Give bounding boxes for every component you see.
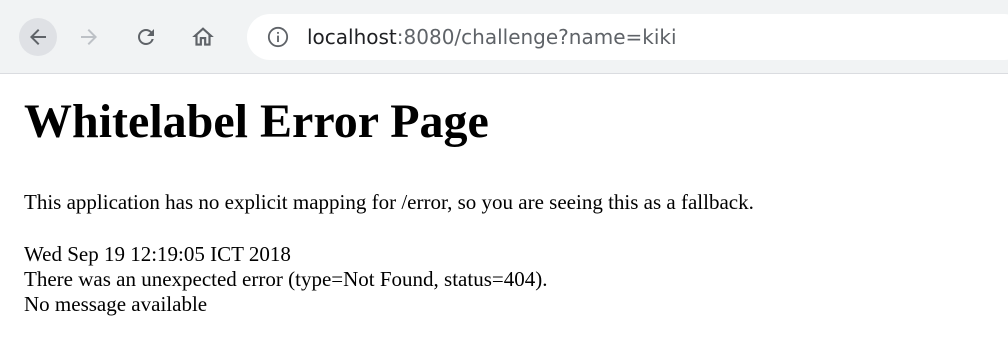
home-button[interactable] [184, 18, 222, 56]
reload-button[interactable] [127, 18, 165, 56]
error-status: There was an unexpected error (type=Not … [24, 267, 548, 291]
home-icon [192, 27, 214, 46]
error-description: This application has no explicit mapping… [24, 190, 754, 214]
url-path: :8080/challenge?name=kiki [396, 25, 677, 49]
url-host: localhost [307, 25, 397, 49]
info-icon[interactable] [267, 26, 289, 48]
arrow-left-icon [30, 29, 46, 45]
error-details: Wed Sep 19 12:19:05 ICT 2018 There was a… [24, 242, 1004, 317]
error-message: No message available [24, 292, 208, 316]
arrow-right-icon [81, 29, 97, 45]
back-button[interactable] [19, 18, 57, 56]
url-text[interactable]: localhost:8080/challenge?name=kiki [307, 14, 677, 60]
reload-icon [138, 29, 154, 45]
page-content: Whitelabel Error Page This application h… [24, 74, 1004, 317]
page-title: Whitelabel Error Page [24, 95, 489, 148]
forward-button[interactable] [70, 18, 108, 56]
error-timestamp: Wed Sep 19 12:19:05 ICT 2018 [24, 242, 291, 266]
address-bar[interactable]: localhost:8080/challenge?name=kiki [247, 14, 1008, 60]
browser-toolbar: localhost:8080/challenge?name=kiki [0, 0, 1008, 74]
